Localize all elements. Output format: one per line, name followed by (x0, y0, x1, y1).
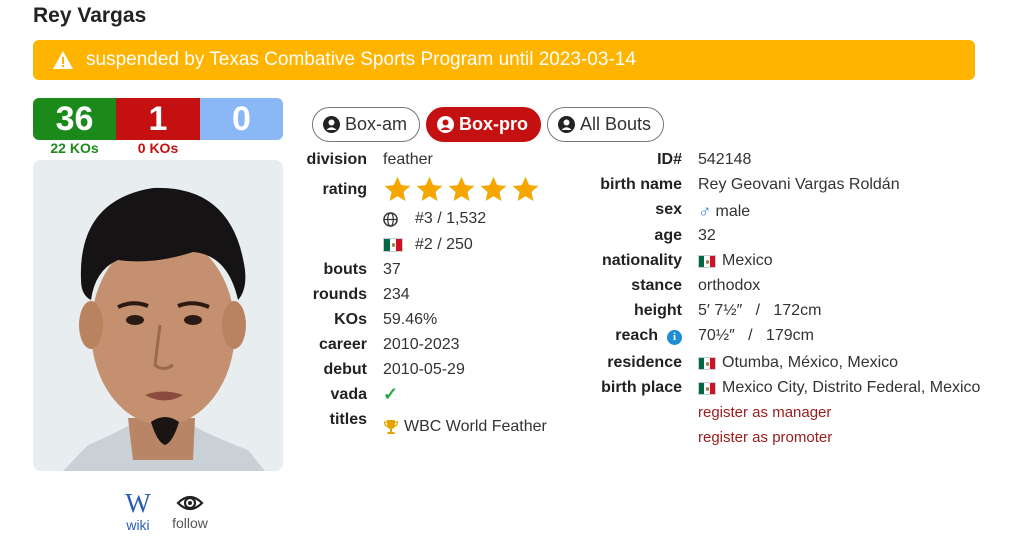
star-icon (512, 176, 539, 201)
debut-value[interactable]: 2010-05-29 (383, 361, 465, 379)
wins-kos: 22 KOs (50, 140, 99, 156)
wins-count[interactable]: 36 (33, 98, 116, 140)
nationality-value[interactable]: Mexico (698, 252, 773, 270)
checkmark-icon: ✓ (383, 384, 399, 404)
nationality-label: nationality (601, 252, 682, 269)
sex-label: sex (655, 201, 682, 218)
star-icon (480, 176, 507, 201)
height-value: 5′ 7½″ / 172cm (698, 302, 822, 319)
reach-value: 70½″ / 179cm (698, 327, 814, 344)
world-rank[interactable]: #3 / 1,532 (383, 210, 486, 228)
birth-name-value: Rey Geovani Vargas Roldán (698, 176, 900, 193)
boxer-photo (33, 160, 283, 471)
register-promoter-link[interactable]: register as promoter (698, 429, 832, 446)
residence-label: residence (607, 354, 682, 371)
vada-label: vada (330, 386, 367, 403)
reach-label-text: reach (615, 327, 658, 344)
country-rank-value: #2 / 250 (415, 236, 473, 253)
age-value: 32 (698, 227, 716, 244)
mexico-flag-icon (698, 254, 716, 268)
wikipedia-icon: W (125, 488, 151, 518)
id-value: 542148 (698, 151, 752, 168)
stance-value: orthodox (698, 277, 761, 294)
follow-label: follow (172, 515, 208, 531)
age-label: age (654, 227, 682, 244)
rounds-label: rounds (312, 286, 367, 303)
rating-label: rating (322, 181, 367, 198)
world-rank-value: #3 / 1,532 (415, 210, 487, 227)
residence-value[interactable]: Otumba, México, Mexico (698, 354, 898, 372)
suspension-alert: suspended by Texas Combative Sports Prog… (33, 40, 975, 80)
eye-icon (176, 495, 204, 511)
record-bar: 36 1 0 (33, 98, 283, 140)
tab-label: All Bouts (580, 114, 652, 134)
wiki-link[interactable]: W wiki (118, 488, 158, 534)
losses-kos: 0 KOs (137, 140, 179, 156)
star-icon (384, 176, 411, 201)
sex-value: ♂ male (698, 201, 750, 222)
division-label: division (306, 151, 367, 168)
mexico-flag-icon (698, 381, 716, 395)
birth-place-text: Mexico City, Distrito Federal, Mexico (722, 379, 981, 396)
kos-label: KOs (334, 311, 367, 328)
male-icon: ♂ (698, 201, 712, 221)
wiki-label: wiki (126, 517, 150, 533)
id-label: ID# (657, 151, 682, 168)
follow-link[interactable]: follow (165, 490, 215, 531)
reach-label: reach i (560, 327, 682, 345)
register-manager-link[interactable]: register as manager (698, 404, 831, 421)
user-circle-icon (437, 116, 455, 133)
tab-label: Box-pro (459, 114, 529, 134)
tab-box-am[interactable]: Box-am (312, 107, 421, 142)
rating-stars (383, 175, 540, 204)
bouts-value: 37 (383, 261, 401, 278)
birth-place-label: birth place (601, 379, 682, 396)
sex-text: male (715, 202, 751, 220)
debut-label: debut (323, 361, 367, 378)
height-label: height (634, 302, 682, 319)
division-value[interactable]: feather (383, 151, 433, 169)
titles-label: titles (329, 411, 367, 428)
user-circle-icon (323, 116, 340, 133)
losses-count[interactable]: 1 (116, 98, 200, 140)
alert-text: suspended by Texas Combative Sports Prog… (86, 49, 636, 70)
boxer-name: Rey Vargas (33, 4, 147, 27)
residence-text: Otumba, México, Mexico (722, 354, 899, 371)
birth-name-label: birth name (600, 176, 682, 193)
bout-tabs: Box-am Box-pro All Bouts (312, 107, 665, 142)
warning-icon (52, 50, 74, 70)
stance-label: stance (631, 277, 682, 294)
draws-count[interactable]: 0 (200, 98, 283, 140)
career-value: 2010-2023 (383, 336, 460, 353)
info-icon[interactable]: i (667, 329, 682, 345)
birth-place-value[interactable]: Mexico City, Distrito Federal, Mexico (698, 379, 980, 397)
tab-all-bouts[interactable]: All Bouts (547, 107, 665, 142)
star-icon (448, 176, 475, 201)
tab-box-pro[interactable]: Box-pro (426, 107, 542, 142)
rounds-value: 234 (383, 286, 410, 303)
mexico-flag-icon (383, 238, 403, 252)
mexico-flag-icon (698, 356, 716, 370)
title-item[interactable]: WBC World Feather (383, 418, 547, 436)
globe-icon (383, 211, 398, 227)
kos-value: 59.46% (383, 311, 438, 328)
trophy-icon (383, 420, 399, 434)
country-rank[interactable]: #2 / 250 (383, 236, 473, 254)
nationality-text: Mexico (722, 252, 773, 269)
career-label: career (318, 336, 367, 353)
tab-label: Box-am (345, 114, 408, 134)
bouts-label: bouts (323, 261, 367, 278)
title-value: WBC World Feather (404, 418, 547, 435)
star-icon (416, 176, 443, 201)
user-circle-icon (558, 116, 576, 133)
